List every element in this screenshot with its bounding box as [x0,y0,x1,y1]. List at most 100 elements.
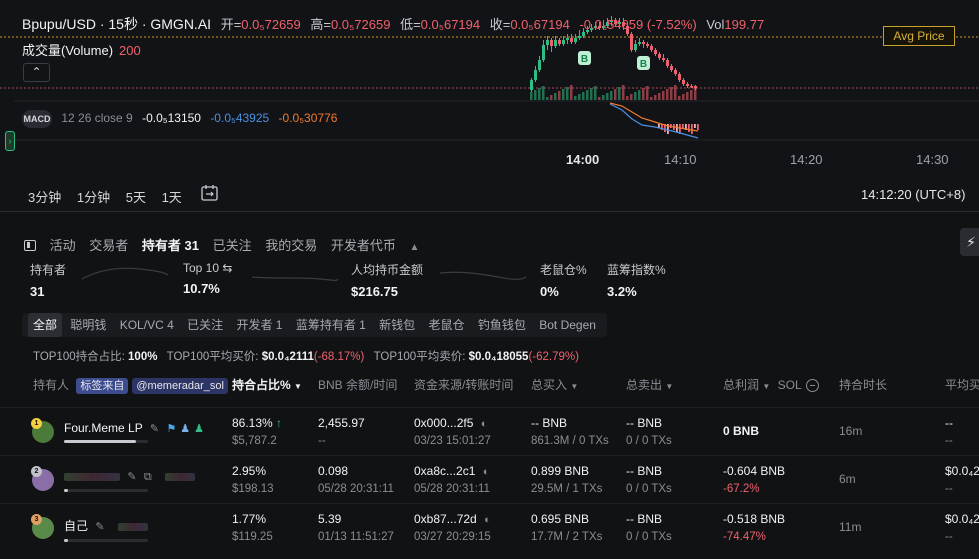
col-total-sell[interactable]: 总卖出 ▼ [626,376,673,393]
tab-activity[interactable]: 活动 [50,238,76,253]
col-hold-pct-label: 持合占比% [232,378,291,392]
currency-toggle-icon[interactable] [805,379,819,393]
source-address[interactable]: 0x000...2f5 [414,416,473,430]
candle-body [546,40,549,45]
candle-body [666,60,669,66]
macd-logo: MACD [22,110,52,128]
col-total-profit[interactable]: 总利润 ▼ SOL [723,376,819,393]
stat-bluechip: 蓝筹指数% 3.2% [607,261,666,299]
volume-bar [574,96,577,100]
user-group-icon: ♟ [180,423,191,435]
filter-bot[interactable]: Bot Degen [534,313,601,337]
candle-body [694,86,697,88]
col-bnb-balance[interactable]: BNB 余额/时间 [318,376,397,393]
tab-following[interactable]: 已关注 [213,238,252,253]
top100-ratio-label: TOP100持合占比: [33,351,125,363]
volume-bar [586,90,589,100]
holder-name-cell[interactable]: Four.Meme LP ✎ ⚑ ♟ ♟ [64,421,217,443]
source-cell[interactable]: 0xa8c...2c1 ◐ 05/28 20:31:11 [414,464,490,495]
high-label: 高= [310,17,331,32]
total-buy-sub: 17.7M / 2 TXs [531,531,603,543]
interval-selector: 3分钟 1分钟 5天 1天 [28,187,194,206]
date-range-icon[interactable] [200,184,220,202]
col-hold-time[interactable]: 持合时长 [839,376,887,393]
avg-sell: -- [945,531,953,543]
interval-1d[interactable]: 1天 [162,190,182,205]
hold-time: 16m [839,424,863,438]
volume-bar [546,97,549,100]
total-sell: -- BNB [626,512,662,526]
total-sell-sub: 0 / 0 TXs [626,435,672,447]
col-source[interactable]: 资金来源/转账时间 [414,376,513,393]
filter-kol[interactable]: KOL/VC 4 [115,313,179,337]
filter-smart-money[interactable]: 聪明钱 [65,313,111,337]
candle-body [634,44,637,50]
holder-name-cell[interactable]: 自己 ✎ [64,517,148,542]
filter-following[interactable]: 已关注 [182,313,228,337]
total-buy-sub: 861.3M / 0 TXs [531,435,609,447]
hold-bar [64,539,148,542]
volume-bar [634,92,637,100]
stat-label: Top 10 ⇆ [183,261,233,275]
filter-bluechip[interactable]: 蓝筹持有者 1 [291,313,371,337]
holder-name[interactable]: 自己 [64,519,88,533]
interval-3m[interactable]: 3分钟 [28,190,61,205]
panel-tabs: 活动 交易者 持有者 31 已关注 我的交易 开发者代币 ▲ [24,235,429,254]
total-buy-cell: 0.899 BNB 29.5M / 1 TXs [531,464,602,495]
source-time: 05/28 20:31:11 [414,483,490,495]
buy-marker[interactable]: B [637,56,650,70]
tab-dev-tokens[interactable]: 开发者代币 [331,238,396,253]
clock: 14:12:20 (UTC+8) [861,187,966,202]
filter-rat[interactable]: 老鼠仓 [424,313,470,337]
price-chart[interactable]: B B Bpupu/USD · 15秒 · GMGN.AI 开=0.0₅7265… [0,0,979,212]
edit-icon[interactable]: ✎ [127,470,136,483]
tab-holders[interactable]: 持有者 31 [142,238,199,253]
volume-bar [650,97,653,100]
tag-source-link[interactable]: @memeradar_sol [132,377,228,394]
volume-bar [638,90,641,100]
source-address[interactable]: 0xb87...72d [414,512,477,526]
candle-body [558,40,561,44]
expand-sidebar-tab[interactable]: › [5,131,15,151]
collapse-caret-icon[interactable]: ▲ [410,242,420,253]
flash-icon[interactable]: ⚡ [960,228,979,256]
hold-bar [64,440,148,443]
col-total-buy[interactable]: 总买入 ▼ [531,376,578,393]
interval-1m[interactable]: 1分钟 [77,190,110,205]
pane-divider[interactable] [0,211,979,212]
tab-my-trades[interactable]: 我的交易 [265,238,317,253]
source-cell[interactable]: 0xb87...72d ◐ 03/27 20:29:15 [414,512,491,543]
source-cell[interactable]: 0x000...2f5 ◐ 03/23 15:01:27 [414,416,491,447]
col-avg-buy[interactable]: 平均买 [945,376,979,393]
tab-traders[interactable]: 交易者 [89,238,128,253]
filter-all[interactable]: 全部 [28,313,63,337]
total-sell: -- BNB [626,416,662,430]
table-row[interactable]: 3 自己 ✎ 1.77% $119.25 5.39 01/13 11:51:27… [0,503,979,551]
panel-layout-icon[interactable] [24,240,36,251]
holder-name-cell[interactable]: ✎ ⧉ [64,469,196,492]
hold-time: 11m [839,520,862,534]
source-address[interactable]: 0xa8c...2c1 [414,464,475,478]
total-buy-sub: 29.5M / 1 TXs [531,483,603,495]
holders-panel: 活动 交易者 持有者 31 已关注 我的交易 开发者代币 ▲ ⚡ 持有者 3 1 … [0,213,979,559]
filter-dev[interactable]: 开发者 1 [231,313,287,337]
edit-icon[interactable]: ✎ [150,422,159,435]
interval-5d[interactable]: 5天 [126,190,146,205]
avg-price-label[interactable]: Avg Price [883,26,955,46]
collapse-button[interactable]: ⌃ [23,63,50,82]
time-label: 14:30 [916,152,949,167]
volume-bar [654,95,657,100]
holder-name[interactable]: Four.Meme LP [64,421,142,435]
table-row[interactable]: 1 Four.Meme LP ✎ ⚑ ♟ ♟ 86.13% ↑ $5,787.2 2… [0,407,979,455]
filter-phishing[interactable]: 钓鱼钱包 [473,313,531,337]
low-label: 低= [400,17,421,32]
table-row[interactable]: 2 ✎ ⧉ 2.95% $198.13 0.098 05/28 20:31:11… [0,455,979,503]
edit-icon[interactable]: ✎ [95,520,104,533]
copy-icon[interactable]: ⧉ [144,471,152,484]
filter-new-wallet[interactable]: 新钱包 [374,313,420,337]
col-hold-pct[interactable]: 持合占比% ▼ [232,376,302,393]
candle-body [678,74,681,80]
macd-bar [697,124,699,130]
buy-marker[interactable]: B [578,51,591,65]
top100-avg-buy-change: (-68.17%) [313,351,365,363]
